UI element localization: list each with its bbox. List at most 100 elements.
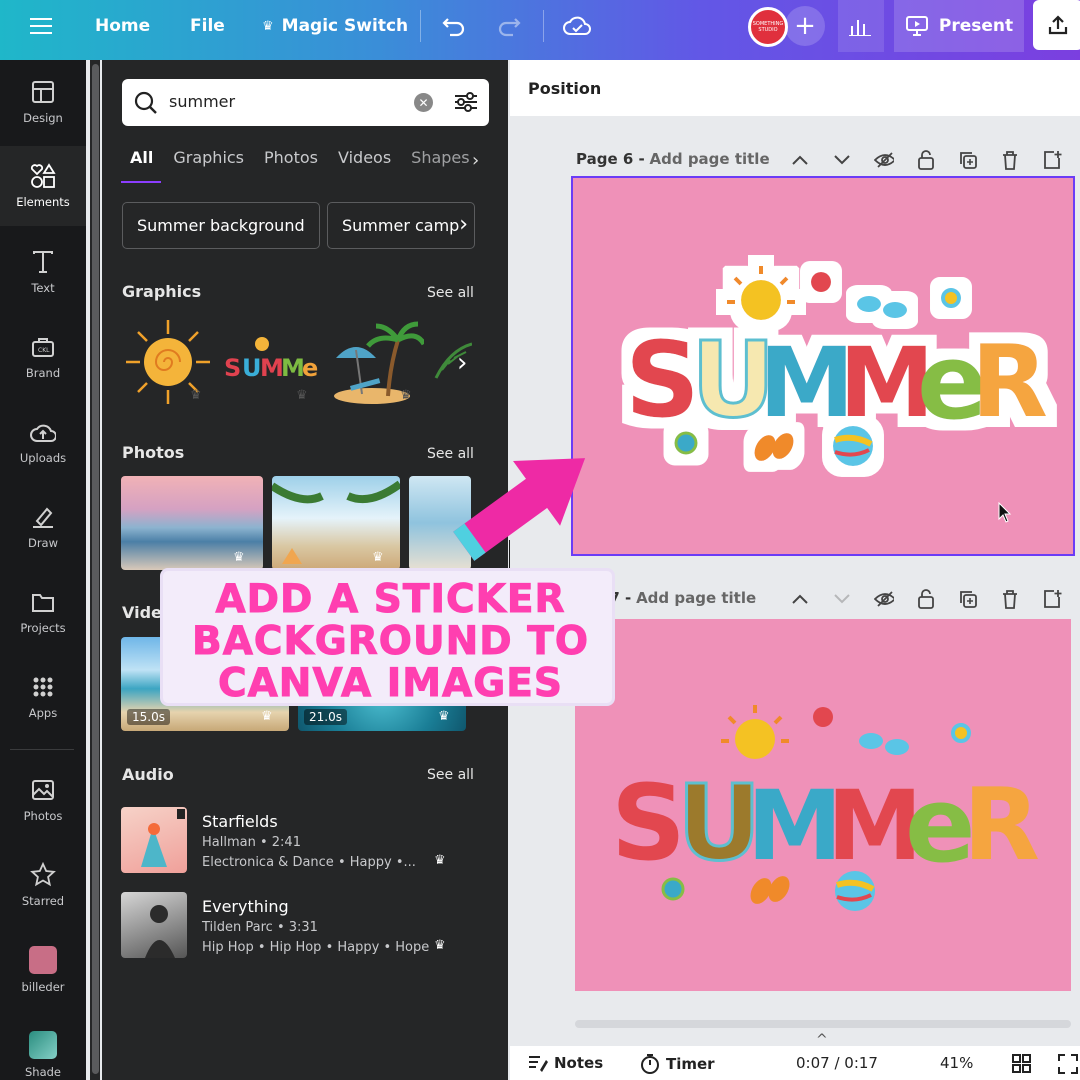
page-7-canvas[interactable]: S U M M e R bbox=[575, 619, 1071, 991]
mouse-cursor-icon bbox=[998, 502, 1012, 523]
timer-icon bbox=[641, 1054, 659, 1074]
clear-search-icon[interactable]: ✕ bbox=[414, 93, 433, 112]
page-7-label: e 7 - Add page title bbox=[594, 589, 756, 607]
audio-track-item[interactable]: Everything Tilden Parc • 3:31 Hip Hop • … bbox=[102, 890, 482, 960]
videos-section-title: Vide bbox=[122, 603, 162, 622]
notes-button[interactable]: Notes bbox=[528, 1054, 603, 1072]
duplicate-page-icon[interactable] bbox=[958, 150, 978, 170]
page-title-input[interactable]: Add page title bbox=[636, 589, 756, 607]
lock-icon[interactable] bbox=[916, 589, 936, 609]
rail-item-billeder[interactable]: billeder bbox=[0, 930, 86, 1010]
playback-time: 0:07 / 0:17 bbox=[796, 1054, 878, 1072]
audio-title: Starfields bbox=[202, 812, 278, 831]
timer-button[interactable]: Timer bbox=[640, 1054, 715, 1074]
rail-item-elements[interactable]: Elements bbox=[0, 146, 86, 226]
rail-scrollbar[interactable] bbox=[92, 64, 99, 1074]
menu-icon[interactable] bbox=[30, 0, 52, 52]
chevron-up-icon[interactable] bbox=[790, 589, 810, 609]
position-button[interactable]: Position bbox=[528, 79, 601, 98]
rail-item-starred[interactable]: Starred bbox=[0, 845, 86, 925]
chevron-right-icon[interactable]: › bbox=[457, 348, 467, 378]
hide-page-icon[interactable] bbox=[874, 150, 894, 170]
pointer-arrow-graphic bbox=[453, 458, 586, 561]
rail-item-photos[interactable]: Photos bbox=[0, 760, 86, 840]
magic-switch-button[interactable]: ♛ Magic Switch bbox=[262, 0, 408, 52]
svg-text:U: U bbox=[242, 354, 262, 382]
add-page-icon[interactable] bbox=[1042, 150, 1062, 170]
present-button[interactable]: Present bbox=[894, 0, 1024, 52]
rail-item-apps[interactable]: Apps bbox=[0, 657, 86, 737]
rail-label: Photos bbox=[23, 809, 63, 823]
zoom-level[interactable]: 41% bbox=[940, 1054, 973, 1072]
file-menu-button[interactable]: File bbox=[190, 0, 225, 52]
undo-icon[interactable] bbox=[442, 0, 466, 52]
album-art bbox=[121, 807, 187, 873]
graphic-sun-thumbnail[interactable]: ♛ bbox=[122, 316, 214, 408]
suggestion-chip[interactable]: Summer camp › bbox=[327, 202, 475, 249]
add-page-icon[interactable] bbox=[1042, 589, 1062, 609]
suggestion-chip[interactable]: Summer background bbox=[122, 202, 320, 249]
rail-label: Draw bbox=[27, 536, 59, 550]
grid-view-icon[interactable] bbox=[1012, 1054, 1032, 1074]
tab-shapes[interactable]: Shapes bbox=[411, 148, 469, 167]
rail-item-text[interactable]: Text bbox=[0, 232, 86, 312]
see-all-graphics-link[interactable]: See all bbox=[427, 285, 474, 301]
chevron-down-icon[interactable] bbox=[832, 589, 852, 609]
rail-label: Brand bbox=[25, 366, 61, 380]
tab-videos[interactable]: Videos bbox=[338, 148, 391, 167]
search-icon bbox=[134, 91, 157, 114]
rail-label: Uploads bbox=[19, 451, 67, 465]
chip-label: Summer camp bbox=[342, 216, 460, 235]
audio-track-item[interactable]: Starfields Hallman • 2:41 Electronica & … bbox=[102, 805, 482, 875]
chevron-up-icon[interactable] bbox=[790, 150, 810, 170]
redo-icon[interactable] bbox=[497, 0, 521, 52]
cloud-saved-icon[interactable] bbox=[563, 0, 591, 52]
search-input[interactable]: summer bbox=[169, 92, 235, 111]
filter-icon[interactable] bbox=[454, 91, 478, 113]
svg-text:S: S bbox=[611, 762, 686, 884]
timer-label: Timer bbox=[666, 1055, 715, 1073]
delete-page-icon[interactable] bbox=[1000, 589, 1020, 609]
audio-tags: Electronica & Dance • Happy •... bbox=[202, 855, 416, 870]
lock-icon[interactable] bbox=[916, 150, 936, 170]
chevron-right-icon[interactable]: › bbox=[472, 150, 479, 171]
rail-label: Elements bbox=[16, 195, 70, 209]
rail-item-design[interactable]: Design bbox=[0, 62, 86, 142]
audio-meta: Hallman • 2:41 bbox=[202, 835, 301, 850]
graphic-beach-thumbnail[interactable]: ♛ bbox=[328, 316, 424, 408]
tab-photos[interactable]: Photos bbox=[264, 148, 318, 167]
hide-page-icon[interactable] bbox=[874, 589, 894, 609]
chevron-down-icon[interactable] bbox=[832, 150, 852, 170]
audio-meta: Tilden Parc • 3:31 bbox=[202, 920, 318, 935]
avatar[interactable]: SOMETHING STUDIO bbox=[748, 7, 788, 47]
page-6-canvas[interactable]: S U M M e R bbox=[571, 176, 1075, 556]
insights-button[interactable] bbox=[838, 0, 884, 52]
svg-text:S: S bbox=[625, 319, 700, 441]
page-title-input[interactable]: Add page title bbox=[650, 150, 770, 168]
rail-item-draw[interactable]: Draw bbox=[0, 487, 86, 567]
chevron-right-icon[interactable]: › bbox=[459, 212, 468, 237]
see-all-audio-link[interactable]: See all bbox=[427, 767, 474, 783]
photo-palm-beach-thumbnail[interactable]: ♛ bbox=[272, 476, 400, 570]
title-overlay: ADD A STICKER BACKGROUND TO CANVA IMAGES bbox=[160, 568, 615, 707]
shapes-icon bbox=[30, 163, 56, 189]
photo-sunset-beach-thumbnail[interactable]: ♛ bbox=[121, 476, 263, 570]
left-rail: Design Elements Text CKL Brand Uploads D… bbox=[0, 60, 86, 1080]
search-bar[interactable]: summer ✕ bbox=[122, 79, 489, 126]
fullscreen-icon[interactable] bbox=[1058, 1054, 1078, 1074]
delete-page-icon[interactable] bbox=[1000, 150, 1020, 170]
rail-item-uploads[interactable]: Uploads bbox=[0, 402, 86, 482]
brand-icon: CKL bbox=[30, 334, 56, 360]
tab-all[interactable]: All bbox=[130, 148, 153, 167]
add-collaborator-button[interactable]: + bbox=[785, 6, 825, 46]
rail-item-projects[interactable]: Projects bbox=[0, 572, 86, 652]
tab-graphics[interactable]: Graphics bbox=[173, 148, 244, 167]
rail-item-shade[interactable]: Shade bbox=[0, 1015, 86, 1080]
graphic-summer-text-thumbnail[interactable]: S U M M e ♛ bbox=[222, 316, 322, 408]
rail-item-brand[interactable]: CKL Brand bbox=[0, 317, 86, 397]
premium-crown-icon: ♛ bbox=[372, 550, 384, 565]
star-icon bbox=[30, 862, 56, 888]
home-button[interactable]: Home bbox=[95, 0, 150, 52]
duplicate-page-icon[interactable] bbox=[958, 589, 978, 609]
share-button[interactable] bbox=[1033, 0, 1080, 50]
